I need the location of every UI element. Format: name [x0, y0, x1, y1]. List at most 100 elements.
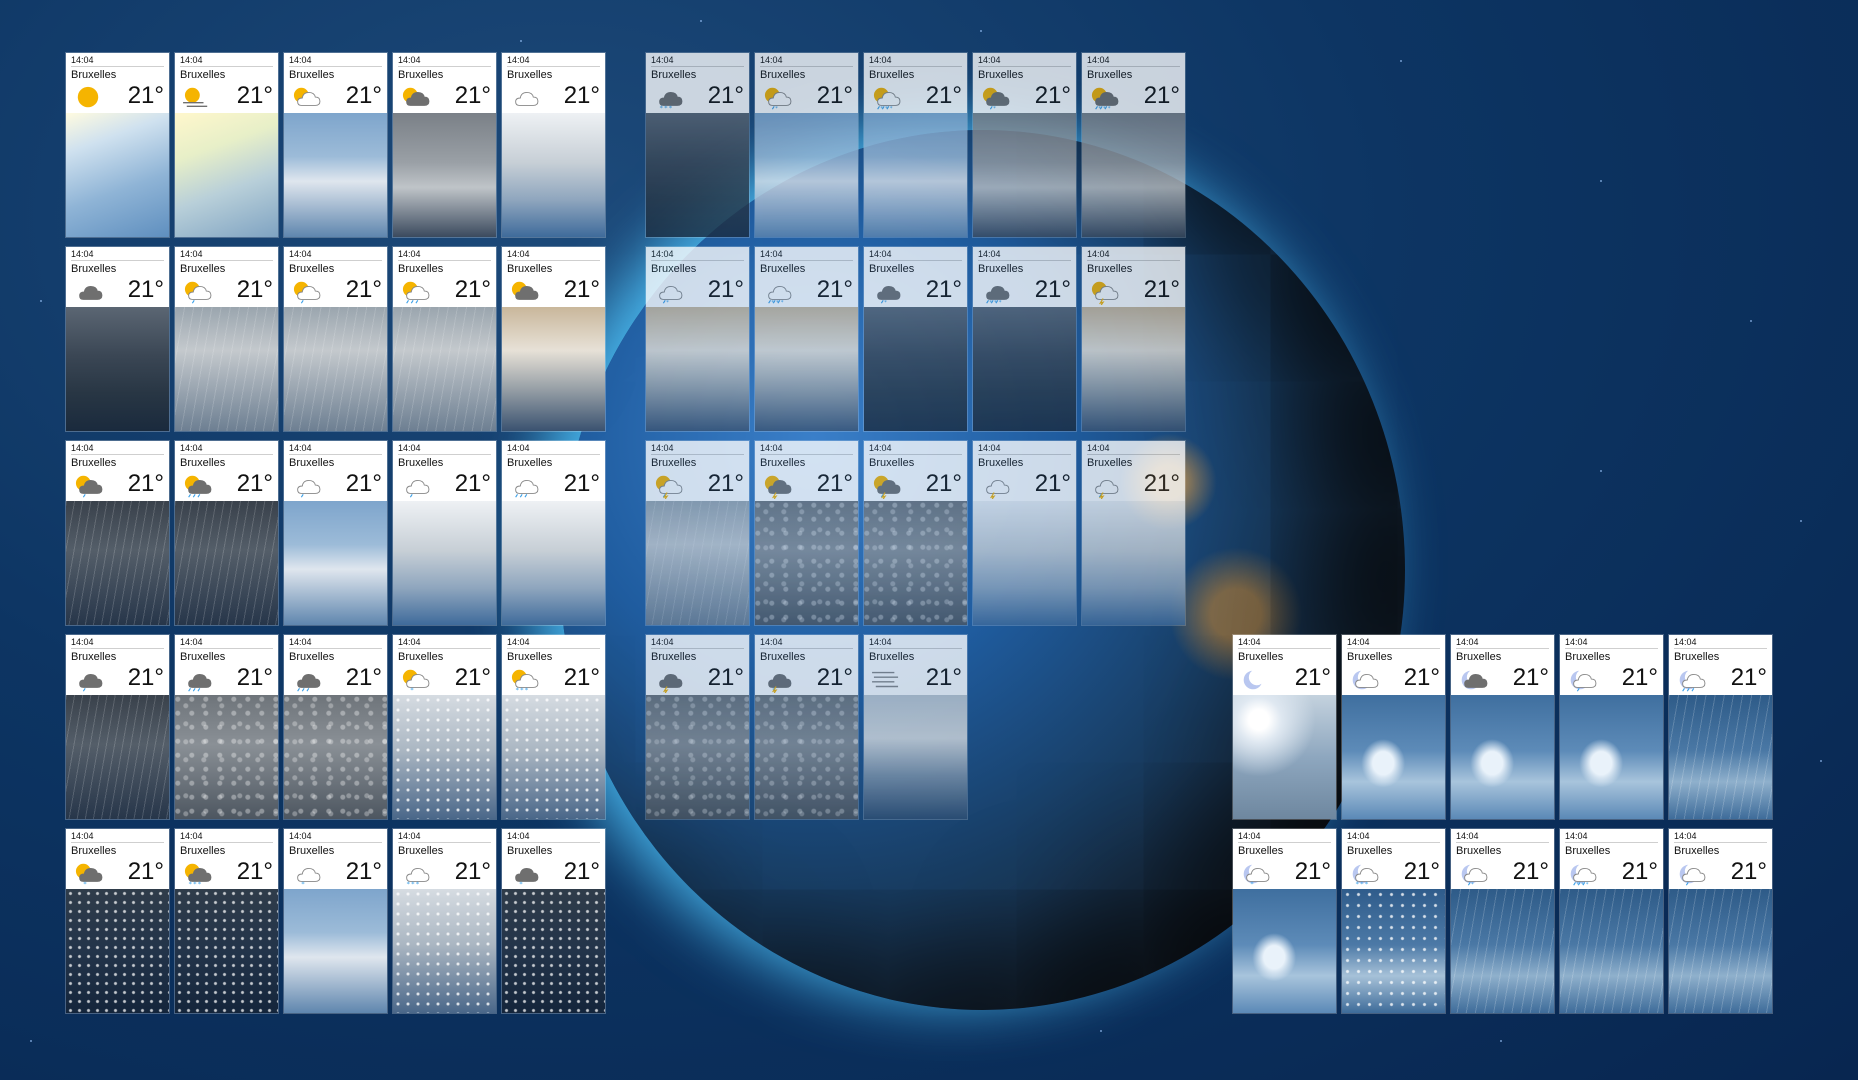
- weather-widget-card[interactable]: 14:04 Bruxelles 21°: [1233, 635, 1336, 819]
- widget-weather-scene: [502, 501, 605, 625]
- weather-widget-card[interactable]: 14:04 Bruxelles 21°: [1082, 441, 1185, 625]
- dark-cloud-heavy-rain-icon: [289, 667, 323, 693]
- weather-widget-card[interactable]: 14:04 Bruxelles * 21°: [393, 635, 496, 819]
- widget-divider: [760, 66, 853, 67]
- weather-widget-card[interactable]: 14:04 Bruxelles 21°: [973, 441, 1076, 625]
- widget-temperature: 21°: [1512, 664, 1549, 691]
- widget-city: Bruxelles: [289, 457, 335, 469]
- weather-widget-card[interactable]: 14:04 Bruxelles 21°: [175, 441, 278, 625]
- weather-widget-card[interactable]: 14:04 Bruxelles 21°: [502, 441, 605, 625]
- widget-temperature: 21°: [127, 664, 164, 691]
- weather-widget-card[interactable]: 14:04 Bruxelles * 21°: [1233, 829, 1336, 1013]
- weather-widget-card[interactable]: 14:04 Bruxelles * * * 21°: [973, 247, 1076, 431]
- widget-divider: [1347, 842, 1440, 843]
- weather-widget-card[interactable]: 14:04 Bruxelles 21°: [1669, 829, 1772, 1013]
- widget-temperature: 21°: [816, 664, 853, 691]
- widget-weather-scene: [1560, 889, 1663, 1013]
- widget-divider: [1087, 66, 1180, 67]
- weather-widget-card[interactable]: 14:04 Bruxelles * * * 21°: [175, 829, 278, 1013]
- widget-city: Bruxelles: [507, 263, 553, 275]
- widget-temperature: 21°: [816, 276, 853, 303]
- weather-widget-card[interactable]: 14:04 Bruxelles 21°: [66, 441, 169, 625]
- weather-widget-card[interactable]: 14:04 Bruxelles * * * 21°: [755, 247, 858, 431]
- weather-widget-card[interactable]: 14:04 Bruxelles 21°: [864, 635, 967, 819]
- weather-widget-card[interactable]: 14:04 Bruxelles 21°: [175, 53, 278, 237]
- weather-widget-card[interactable]: 14:04 Bruxelles * 21°: [1451, 829, 1554, 1013]
- weather-widget-card[interactable]: 14:04 Bruxelles 21°: [502, 53, 605, 237]
- widget-temperature: 21°: [925, 664, 962, 691]
- widget-temperature: 21°: [236, 470, 273, 497]
- widget-time: 14:04: [180, 55, 203, 65]
- svg-text:*: *: [666, 300, 669, 305]
- weather-widget-card[interactable]: 14:04 Bruxelles * 21°: [502, 829, 605, 1013]
- weather-widget-card[interactable]: 14:04 Bruxelles 21°: [284, 53, 387, 237]
- weather-widget-card[interactable]: 14:04 Bruxelles 21°: [393, 247, 496, 431]
- weather-widget-card[interactable]: 14:04 Bruxelles 21°: [284, 247, 387, 431]
- weather-widget-card[interactable]: 14:04 Bruxelles 21°: [755, 441, 858, 625]
- widget-time: 14:04: [398, 637, 421, 647]
- widget-divider: [1087, 454, 1180, 455]
- widget-city: Bruxelles: [760, 263, 806, 275]
- widget-divider: [507, 842, 600, 843]
- widget-header: 14:04 Bruxelles * 21°: [284, 829, 387, 889]
- moon-cloud-heavy-sleet-icon: * * *: [1565, 861, 1599, 888]
- weather-widget-card[interactable]: 14:04 Bruxelles 21°: [66, 635, 169, 819]
- weather-widget-card[interactable]: 14:04 Bruxelles * 21°: [646, 247, 749, 431]
- weather-widget-card[interactable]: 14:04 Bruxelles 21°: [284, 635, 387, 819]
- weather-widget-card[interactable]: 14:04 Bruxelles 21°: [284, 441, 387, 625]
- widget-time: 14:04: [1565, 831, 1588, 841]
- widget-time: 14:04: [180, 249, 203, 259]
- weather-widget-card[interactable]: 14:04 Bruxelles * 21°: [864, 247, 967, 431]
- widget-weather-scene: [973, 113, 1076, 237]
- weather-widget-card[interactable]: 14:04 Bruxelles 21°: [1082, 247, 1185, 431]
- weather-widget-card[interactable]: 14:04 Bruxelles * * * 21°: [502, 635, 605, 819]
- weather-widget-card[interactable]: 14:04 Bruxelles 21°: [393, 53, 496, 237]
- widget-city: Bruxelles: [398, 69, 444, 81]
- widget-time: 14:04: [760, 55, 783, 65]
- weather-widget-card[interactable]: 14:04 Bruxelles 21°: [1342, 635, 1445, 819]
- widget-city: Bruxelles: [180, 845, 226, 857]
- widget-city: Bruxelles: [1674, 845, 1720, 857]
- weather-widget-card[interactable]: 14:04 Bruxelles * 21°: [755, 635, 858, 819]
- weather-widget-card[interactable]: 14:04 Bruxelles 21°: [66, 247, 169, 431]
- star: [980, 30, 982, 32]
- svg-text:*: *: [999, 300, 1002, 305]
- weather-widget-card[interactable]: 14:04 Bruxelles 21°: [393, 441, 496, 625]
- weather-widget-card[interactable]: 14:04 Bruxelles * * * 21°: [393, 829, 496, 1013]
- weather-widget-card[interactable]: 14:04 Bruxelles 21°: [175, 635, 278, 819]
- weather-widget-card[interactable]: 14:04 Bruxelles 21°: [66, 53, 169, 237]
- weather-widget-card[interactable]: 14:04 Bruxelles * * * 21°: [1560, 829, 1663, 1013]
- widget-time: 14:04: [180, 637, 203, 647]
- weather-widget-card[interactable]: 14:04 Bruxelles 21°: [646, 635, 749, 819]
- weather-widget-card[interactable]: 14:04 Bruxelles * 21°: [755, 53, 858, 237]
- weather-widget-card[interactable]: 14:04 Bruxelles * * * 21°: [864, 53, 967, 237]
- weather-widget-card[interactable]: 14:04 Bruxelles * * * 21°: [646, 53, 749, 237]
- svg-text:*: *: [890, 106, 893, 111]
- cloud-outline-snow-icon: *: [289, 861, 323, 888]
- weather-widget-card[interactable]: 14:04 Bruxelles * 21°: [66, 829, 169, 1013]
- widget-time: 14:04: [651, 443, 674, 453]
- widget-weather-scene: [393, 695, 496, 819]
- widget-city: Bruxelles: [71, 651, 117, 663]
- widget-time: 14:04: [398, 249, 421, 259]
- widget-header: 14:04 Bruxelles * 21°: [393, 635, 496, 695]
- widget-weather-scene: [864, 501, 967, 625]
- widget-divider: [398, 454, 491, 455]
- weather-widget-card[interactable]: 14:04 Bruxelles * 21°: [973, 53, 1076, 237]
- weather-widget-card[interactable]: 14:04 Bruxelles * * * 21°: [1342, 829, 1445, 1013]
- weather-widget-card[interactable]: 14:04 Bruxelles 21°: [1451, 635, 1554, 819]
- weather-widget-card[interactable]: 14:04 Bruxelles 21°: [646, 441, 749, 625]
- widget-header: 14:04 Bruxelles * * * 21°: [393, 829, 496, 889]
- weather-widget-card[interactable]: 14:04 Bruxelles 21°: [502, 247, 605, 431]
- weather-widget-card[interactable]: 14:04 Bruxelles 21°: [175, 247, 278, 431]
- weather-widget-card[interactable]: 14:04 Bruxelles * * * 21°: [1082, 53, 1185, 237]
- weather-widget-card[interactable]: 14:04 Bruxelles 21°: [1669, 635, 1772, 819]
- svg-text:*: *: [781, 300, 784, 305]
- weather-widget-card[interactable]: 14:04 Bruxelles * 21°: [284, 829, 387, 1013]
- weather-widget-card[interactable]: 14:04 Bruxelles 21°: [1560, 635, 1663, 819]
- widget-header: 14:04 Bruxelles 21°: [1451, 635, 1554, 695]
- widget-temperature: 21°: [127, 470, 164, 497]
- weather-widget-card[interactable]: 14:04 Bruxelles 21°: [864, 441, 967, 625]
- moon-cloud-icon: [1347, 667, 1381, 693]
- widget-city: Bruxelles: [651, 457, 697, 469]
